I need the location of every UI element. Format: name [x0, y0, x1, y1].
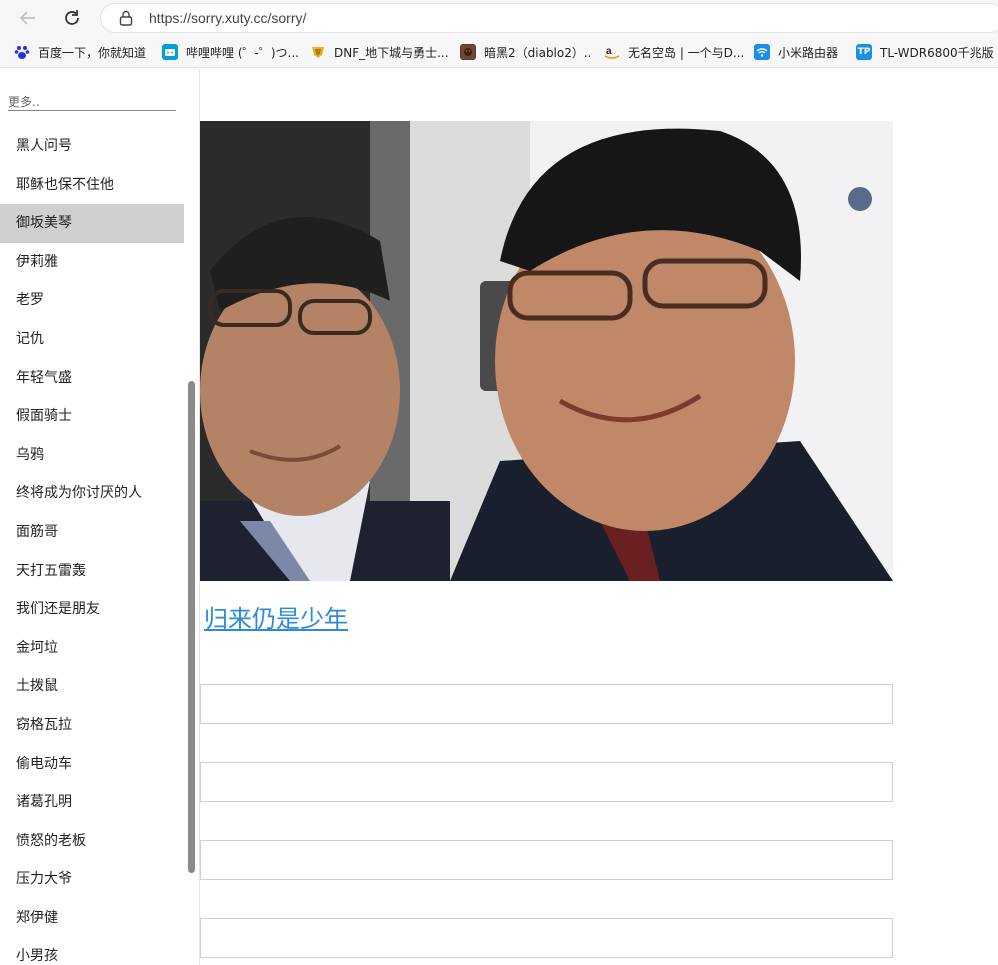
bookmark-label: 哔哩哔哩 (゜-゜)つ...: [186, 45, 299, 60]
url-text: https://sorry.xuty.cc/sorry/: [149, 10, 307, 26]
bookmark-label: 无名空岛 | 一个与D...: [628, 45, 744, 60]
amazon-smile-icon: a: [604, 44, 620, 60]
bookmark-label: 小米路由器: [778, 45, 839, 60]
subtitle-input[interactable]: [200, 840, 893, 880]
diablo-icon: [460, 44, 476, 60]
bookmarks-bar: 百度一下，你就知道 哔哩哔哩 (゜-゜)つ... DNF_地下城与勇士... 暗…: [0, 36, 998, 68]
sidebar-item[interactable]: 愤怒的老板: [0, 822, 184, 861]
sidebar-item[interactable]: 天打五雷轰: [0, 552, 184, 591]
browser-toolbar: https://sorry.xuty.cc/sorry/: [0, 0, 998, 36]
sidebar-item[interactable]: 记仇: [0, 320, 184, 359]
arrow-left-icon: [19, 11, 35, 25]
sidebar-item[interactable]: 黑人问号: [0, 127, 184, 166]
lock-icon: [119, 10, 133, 26]
svg-text:a: a: [606, 46, 612, 57]
bookmark-label: 暗黑2（diablo2）...: [484, 45, 590, 60]
sidebar-item[interactable]: 诸葛孔明: [0, 783, 184, 822]
sidebar-item[interactable]: 面筋哥: [0, 513, 184, 552]
bookmark-wuming[interactable]: a 无名空岛 | 一个与D...: [604, 41, 744, 63]
bookmark-baidu[interactable]: 百度一下，你就知道: [14, 41, 154, 63]
sidebar-scrollbar-thumb[interactable]: [188, 381, 195, 873]
main-content: 翡翠台 归来仍是少年: [200, 69, 998, 965]
bookmark-tplink[interactable]: TP TL-WDR6800千兆版: [856, 41, 998, 63]
sidebar-item[interactable]: 年轻气盛: [0, 359, 184, 398]
sidebar-item[interactable]: 郑伊健: [0, 899, 184, 938]
subtitle-input[interactable]: [200, 684, 893, 724]
sidebar-item[interactable]: 终将成为你讨厌的人: [0, 474, 184, 513]
sidebar-item[interactable]: 压力大爷: [0, 860, 184, 899]
subtitle-input[interactable]: [200, 762, 893, 802]
sidebar-item[interactable]: 假面骑士: [0, 397, 184, 436]
tplink-icon: TP: [856, 44, 872, 60]
gif-title-link[interactable]: 归来仍是少年: [204, 599, 348, 634]
subtitle-input[interactable]: [200, 918, 893, 958]
meme-photo: 翡翠台: [200, 121, 893, 581]
bookmark-label: TL-WDR6800千兆版: [880, 45, 994, 60]
reload-icon: [65, 10, 79, 25]
template-list: 黑人问号 耶稣也保不住他 御坂美琴 伊莉雅 老罗 记仇 年轻气盛 假面骑士 乌鸦…: [0, 127, 184, 965]
sidebar-item[interactable]: 伊莉雅: [0, 243, 184, 282]
sidebar-item[interactable]: 我们还是朋友: [0, 590, 184, 629]
reload-button[interactable]: [58, 4, 86, 32]
sidebar-item[interactable]: 土拨鼠: [0, 667, 184, 706]
wifi-icon: [754, 44, 770, 60]
back-button[interactable]: [14, 4, 42, 32]
sidebar-item[interactable]: 窃格瓦拉: [0, 706, 184, 745]
bookmark-label: 百度一下，你就知道: [38, 45, 147, 60]
sidebar-item-active[interactable]: 御坂美琴: [0, 204, 184, 243]
baidu-paw-icon: [14, 44, 30, 60]
sidebar-item[interactable]: 耶稣也保不住他: [0, 166, 184, 205]
bookmark-bilibili[interactable]: 哔哩哔哩 (゜-゜)つ...: [162, 41, 302, 63]
dnf-shield-icon: [310, 44, 326, 60]
bookmark-diablo[interactable]: 暗黑2（diablo2）...: [460, 41, 590, 63]
sidebar-item[interactable]: 老罗: [0, 281, 184, 320]
address-bar[interactable]: https://sorry.xuty.cc/sorry/: [100, 3, 998, 33]
sidebar-item[interactable]: 小男孩: [0, 937, 184, 965]
bookmark-xiaomi-router[interactable]: 小米路由器: [754, 41, 850, 63]
sidebar-item[interactable]: 金坷垃: [0, 629, 184, 668]
sidebar: 黑人问号 耶稣也保不住他 御坂美琴 伊莉雅 老罗 记仇 年轻气盛 假面骑士 乌鸦…: [0, 69, 200, 965]
bookmark-label: DNF_地下城与勇士...: [334, 45, 449, 60]
sidebar-item[interactable]: 偷电动车: [0, 745, 184, 784]
more-search-input[interactable]: [8, 93, 176, 111]
sidebar-item[interactable]: 乌鸦: [0, 436, 184, 475]
bilibili-tv-icon: [162, 44, 178, 60]
bookmark-dnf[interactable]: DNF_地下城与勇士...: [310, 41, 450, 63]
